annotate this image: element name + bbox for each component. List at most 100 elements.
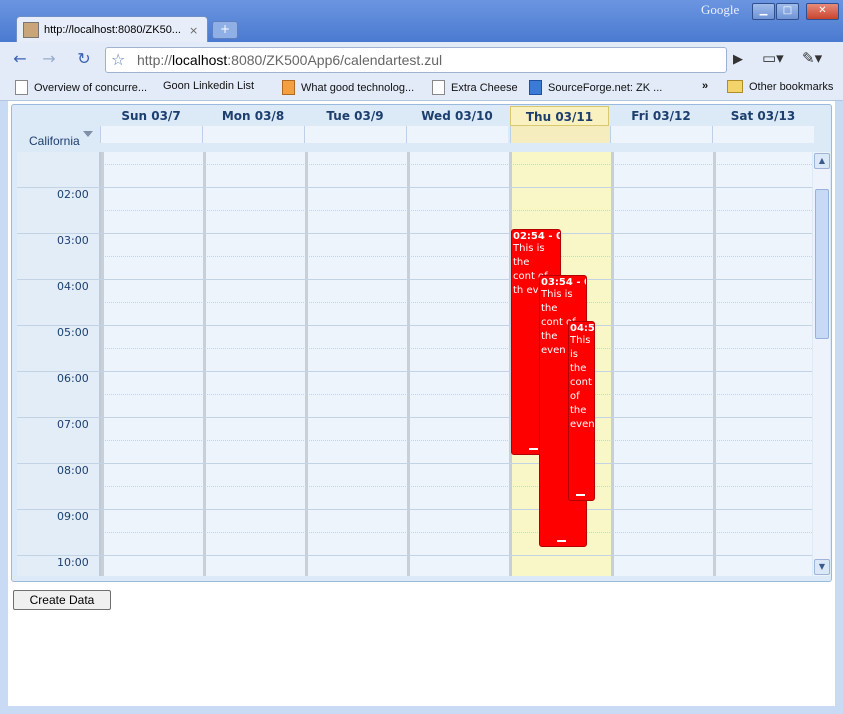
hour-label: 06:00 [57, 372, 89, 385]
tab-title: http://localhost:8080/ZK50... [44, 24, 181, 36]
day-header-today: Thu 03/11 [510, 106, 609, 126]
day-column[interactable] [101, 152, 203, 576]
half-hour-line [101, 210, 812, 211]
hour-line [17, 417, 812, 418]
maximize-button[interactable]: □ [776, 3, 799, 20]
day-header: Wed 03/10 [421, 109, 493, 123]
calendar-event[interactable]: 04:5 This is the cont of the even [568, 321, 595, 501]
vertical-scrollbar[interactable]: ▲ ▼ [813, 152, 830, 576]
other-bookmarks-label: Other bookmarks [749, 80, 834, 93]
hour-label: 07:00 [57, 418, 89, 431]
page-icon [15, 80, 28, 95]
hour-line [17, 279, 812, 280]
day-column[interactable] [713, 152, 812, 576]
day-header: Sat 03/13 [730, 109, 796, 123]
folder-icon [727, 80, 743, 93]
day-header: Sun 03/7 [121, 109, 181, 123]
bookmarks-overflow-chevron[interactable]: » [702, 80, 708, 92]
bookmarks-bar: Overview of concurre... Goon Linkedin Li… [0, 76, 843, 142]
hour-label: 03:00 [57, 234, 89, 247]
event-time: 04:5 [570, 323, 595, 334]
half-hour-line [101, 532, 812, 533]
bookmark-label: Extra Cheese [451, 81, 518, 94]
bookmark-item[interactable]: SourceForge.net: ZK ... [529, 80, 662, 95]
scroll-up-icon[interactable]: ▲ [814, 153, 830, 169]
half-hour-line [101, 164, 812, 165]
resize-handle[interactable] [576, 494, 585, 496]
page-content: California Sun 03/7 Mon 03/8 Tue 03/9 We… [8, 101, 835, 706]
new-tab-button[interactable]: + [212, 21, 238, 39]
day-column[interactable] [203, 152, 305, 576]
event-time: 02:54 - 0 [513, 231, 561, 242]
resize-handle[interactable] [557, 540, 566, 542]
back-icon[interactable]: ← [8, 48, 32, 70]
hour-label: 05:00 [57, 326, 89, 339]
all-day-cell[interactable] [510, 126, 610, 143]
page-menu-icon[interactable]: ▭▾ [762, 49, 784, 67]
bookmark-label: Goon Linkedin List [163, 80, 255, 92]
wrench-menu-icon[interactable]: ✎▾ [802, 49, 822, 67]
hour-line [17, 555, 812, 556]
event-time: 03:54 - 0 [541, 277, 587, 288]
other-bookmarks[interactable]: Other bookmarks [727, 80, 833, 93]
scroll-thumb[interactable] [815, 189, 829, 339]
half-hour-line [101, 256, 812, 257]
half-hour-line [101, 302, 812, 303]
time-column: 02:00 03:00 04:00 05:00 06:00 07:00 08:0… [17, 152, 101, 576]
all-day-cell[interactable] [100, 126, 202, 143]
resize-handle[interactable] [529, 448, 538, 450]
half-hour-line [101, 394, 812, 395]
hour-label: 02:00 [57, 188, 89, 201]
go-icon[interactable]: ▶ [733, 52, 743, 67]
bookmark-label: Overview of concurre... [34, 81, 148, 94]
bookmark-item[interactable]: What good technolog... [282, 80, 414, 95]
half-hour-line [101, 348, 812, 349]
hour-line [17, 371, 812, 372]
all-day-cell[interactable] [304, 126, 406, 143]
hour-line [17, 233, 812, 234]
all-day-cell[interactable] [610, 126, 712, 143]
hour-line [17, 187, 812, 188]
address-bar[interactable]: ☆ http://localhost:8080/ZK500App6/calend… [105, 47, 727, 73]
stackoverflow-icon [282, 80, 295, 95]
timezone-label[interactable]: California [29, 134, 80, 148]
bookmark-item[interactable]: Extra Cheese [432, 80, 518, 95]
close-window-button[interactable]: ✕ [806, 3, 839, 20]
sourceforge-icon [529, 80, 542, 95]
title-bar: http://localhost:8080/ZK50... × + Google… [0, 0, 843, 43]
half-hour-line [101, 440, 812, 441]
time-grid[interactable]: 02:00 03:00 04:00 05:00 06:00 07:00 08:0… [17, 152, 812, 576]
minimize-button[interactable]: ▁ [752, 3, 775, 20]
bookmark-label: What good technolog... [301, 81, 415, 94]
hour-label: 08:00 [57, 464, 89, 477]
calendar: California Sun 03/7 Mon 03/8 Tue 03/9 We… [11, 104, 832, 582]
hour-line [17, 509, 812, 510]
bookmark-label: SourceForge.net: ZK ... [548, 81, 663, 94]
create-data-button[interactable]: Create Data [13, 590, 111, 610]
hour-line [17, 463, 812, 464]
all-day-cell[interactable] [406, 126, 508, 143]
all-day-cell[interactable] [712, 126, 814, 143]
day-header: Fri 03/12 [631, 109, 691, 123]
page-icon [432, 80, 445, 95]
all-day-cell[interactable] [202, 126, 304, 143]
day-header: Tue 03/9 [326, 109, 384, 123]
reload-icon[interactable]: ↻ [72, 48, 96, 70]
bookmark-item[interactable]: Overview of concurre... [15, 80, 147, 95]
forward-icon[interactable]: → [37, 48, 61, 70]
timezone-dropdown-icon[interactable] [83, 131, 93, 137]
close-tab-icon[interactable]: × [189, 24, 198, 37]
browser-brand: Google [701, 2, 740, 17]
event-text: This is the cont of the even [570, 335, 595, 430]
bookmark-item[interactable]: Goon Linkedin List [163, 80, 255, 142]
hour-label: 09:00 [57, 510, 89, 523]
star-icon[interactable]: ☆ [111, 50, 125, 69]
browser-tab[interactable]: http://localhost:8080/ZK50... × [16, 16, 208, 43]
day-column[interactable] [611, 152, 713, 576]
day-header-row: Sun 03/7 Mon 03/8 Tue 03/9 Wed 03/10 Thu… [100, 106, 814, 126]
toolbar: ← → ↻ ☆ http://localhost:8080/ZK500App6/… [0, 42, 843, 76]
day-column[interactable] [407, 152, 509, 576]
day-column[interactable] [305, 152, 407, 576]
browser-window: http://localhost:8080/ZK50... × + Google… [0, 0, 843, 714]
scroll-down-icon[interactable]: ▼ [814, 559, 830, 575]
